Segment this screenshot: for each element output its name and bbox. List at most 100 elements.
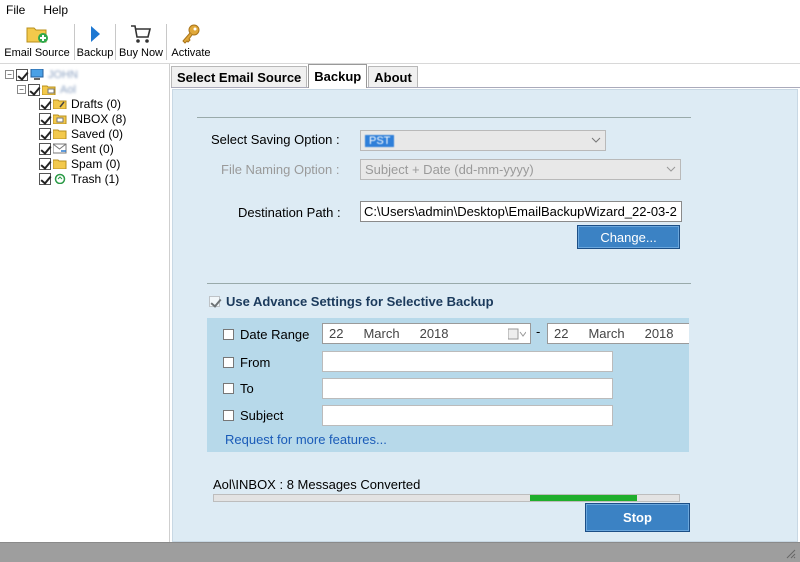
saved-label: Saved (0) — [71, 126, 124, 141]
tab-bar: Select Email Source Backup About — [171, 64, 800, 88]
advance-settings-toggle[interactable]: Use Advance Settings for Selective Backu… — [209, 294, 494, 309]
spam-label: Spam (0) — [71, 156, 121, 171]
tree-account-label: Aol — [60, 83, 76, 96]
subject-checkbox[interactable] — [223, 410, 234, 421]
backup-button[interactable]: Backup — [75, 20, 115, 62]
date-from-day: 22 — [329, 326, 344, 341]
buy-now-button[interactable]: Buy Now — [116, 20, 166, 62]
date-to-year: 2018 — [644, 326, 674, 341]
from-input[interactable] — [322, 351, 613, 372]
folder-tree: − JOHN − Aol Drafts (0) INBOX (8) Saved … — [0, 64, 170, 542]
spam-checkbox[interactable] — [39, 157, 51, 170]
mail-folder-icon — [42, 85, 56, 95]
tree-account[interactable]: − Aol — [17, 82, 76, 97]
trash-label: Trash (1) — [71, 171, 120, 186]
date-range-checkbox[interactable] — [223, 329, 234, 340]
saving-option-value: PST — [365, 134, 395, 147]
tree-folder-trash[interactable]: Trash (1) — [39, 171, 119, 186]
drafts-label: Drafts (0) — [71, 96, 122, 111]
collapse-icon[interactable]: − — [5, 70, 14, 79]
to-checkbox[interactable] — [223, 383, 234, 394]
play-arrow-icon — [91, 26, 100, 42]
divider — [207, 283, 691, 284]
tree-folder-inbox[interactable]: INBOX (8) — [39, 111, 126, 126]
sent-label: Sent (0) — [71, 141, 114, 156]
inbox-folder-icon — [53, 114, 67, 124]
menubar: File Help — [0, 0, 800, 20]
progress-bar — [213, 494, 680, 502]
destination-path-input[interactable]: C:\Users\admin\Desktop\EmailBackupWizard… — [360, 201, 682, 222]
tree-folder-sent[interactable]: Sent (0) — [39, 141, 114, 156]
advance-settings-checkbox[interactable] — [209, 296, 220, 307]
collapse-icon[interactable]: − — [17, 85, 26, 94]
recycle-bin-icon — [54, 173, 66, 184]
key-icon — [182, 24, 200, 44]
from-checkbox[interactable] — [223, 357, 234, 368]
tab-backup[interactable]: Backup — [308, 64, 368, 88]
menu-file[interactable]: File — [6, 3, 25, 17]
to-option[interactable]: To — [223, 381, 254, 396]
tree-root-checkbox[interactable] — [16, 68, 28, 81]
date-range-option[interactable]: Date Range — [223, 327, 309, 342]
request-features-link[interactable]: Request for more features... — [225, 432, 387, 447]
tree-folder-spam[interactable]: Spam (0) — [39, 156, 120, 171]
date-to-picker[interactable]: 22 March 2018 — [547, 323, 689, 344]
chevron-down-icon — [591, 137, 601, 143]
saving-option-select[interactable]: PST — [360, 130, 606, 151]
tab-select-email-source[interactable]: Select Email Source — [171, 66, 308, 87]
subject-label: Subject — [240, 408, 284, 423]
inbox-checkbox[interactable] — [39, 112, 51, 125]
stop-button[interactable]: Stop — [585, 503, 690, 532]
toolbar: Email Source Backup Buy Now Activate — [0, 20, 800, 64]
change-button[interactable]: Change... — [577, 225, 680, 249]
advance-settings-box: Date Range 22 March 2018 - 22 March 2018… — [207, 318, 689, 452]
activate-label: Activate — [171, 47, 211, 59]
saved-checkbox[interactable] — [39, 127, 51, 140]
advance-settings-label: Use Advance Settings for Selective Backu… — [226, 294, 494, 309]
date-to-day: 22 — [554, 326, 569, 341]
destination-label: Destination Path : — [238, 205, 341, 220]
tree-folder-saved[interactable]: Saved (0) — [39, 126, 123, 141]
subject-input[interactable] — [322, 405, 613, 426]
sent-mail-icon — [53, 143, 67, 154]
drafts-folder-icon — [53, 99, 67, 109]
date-range-label: Date Range — [240, 327, 310, 342]
sent-checkbox[interactable] — [39, 142, 51, 155]
main-area: Select Email Source Backup About Select … — [171, 64, 800, 542]
computer-icon — [30, 69, 44, 80]
tab-about[interactable]: About — [368, 66, 418, 87]
subject-option[interactable]: Subject — [223, 408, 283, 423]
activate-button[interactable]: Activate — [167, 20, 215, 62]
cart-icon — [131, 25, 152, 43]
email-source-label: Email Source — [4, 47, 70, 59]
file-naming-label: File Naming Option : — [221, 162, 340, 177]
backup-panel: Select Saving Option : PST File Naming O… — [172, 89, 798, 542]
inbox-label: INBOX (8) — [71, 111, 127, 126]
folder-add-icon — [26, 27, 48, 43]
to-label: To — [240, 381, 254, 396]
tree-account-checkbox[interactable] — [28, 83, 40, 96]
buy-now-label: Buy Now — [118, 47, 164, 59]
trash-checkbox[interactable] — [39, 172, 51, 185]
conversion-status: Aol\INBOX : 8 Messages Converted — [213, 477, 421, 492]
folder-icon — [53, 129, 67, 139]
email-source-button[interactable]: Email Source — [0, 20, 74, 62]
status-bar — [0, 542, 800, 562]
saving-option-label: Select Saving Option : — [211, 132, 340, 147]
date-to-month: March — [588, 326, 625, 341]
file-naming-select[interactable]: Subject + Date (dd-mm-yyyy) — [360, 159, 681, 180]
chevron-down-icon — [666, 166, 676, 172]
date-separator: - — [536, 324, 541, 339]
to-input[interactable] — [322, 378, 613, 399]
progress-bar-fill — [530, 495, 637, 501]
date-from-picker[interactable]: 22 March 2018 — [322, 323, 531, 344]
backup-label: Backup — [76, 47, 114, 59]
from-label: From — [240, 355, 271, 370]
from-option[interactable]: From — [223, 355, 270, 370]
drafts-checkbox[interactable] — [39, 97, 51, 110]
tree-folder-drafts[interactable]: Drafts (0) — [39, 96, 121, 111]
resize-grip-icon[interactable] — [784, 547, 796, 559]
tree-root[interactable]: − JOHN — [5, 67, 78, 82]
date-from-year: 2018 — [419, 326, 449, 341]
menu-help[interactable]: Help — [43, 3, 68, 17]
